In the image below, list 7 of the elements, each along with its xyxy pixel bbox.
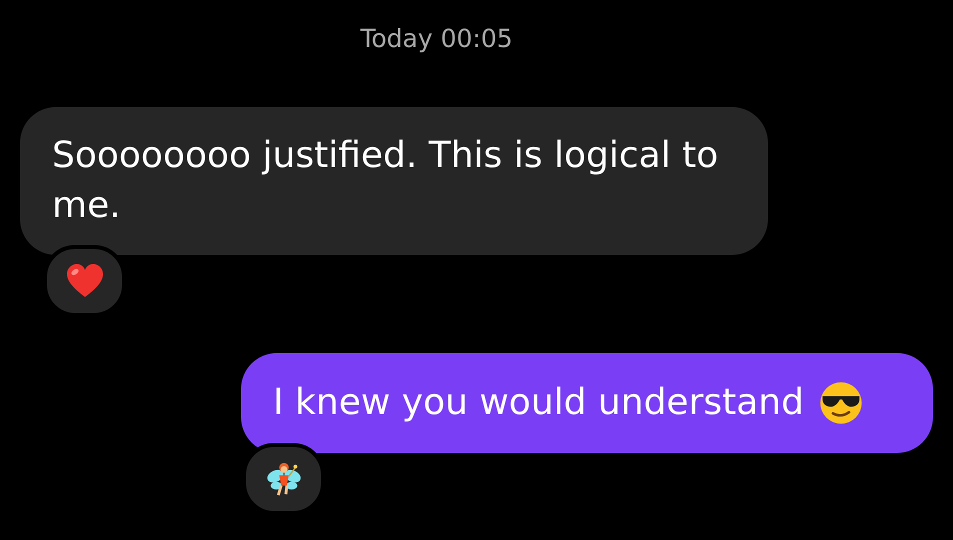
heart-icon	[64, 262, 104, 300]
sent-message-bubble[interactable]: I knew you would understand	[241, 353, 933, 453]
sunglasses-face-icon	[818, 380, 864, 426]
received-message-bubble[interactable]: Soooooooo justified. This is logical to me.	[20, 107, 768, 255]
message-text: Soooooooo justified. This is logical to me.	[52, 134, 720, 228]
timestamp: Today 00:05	[360, 24, 513, 53]
message-text: I knew you would understand	[273, 381, 804, 425]
